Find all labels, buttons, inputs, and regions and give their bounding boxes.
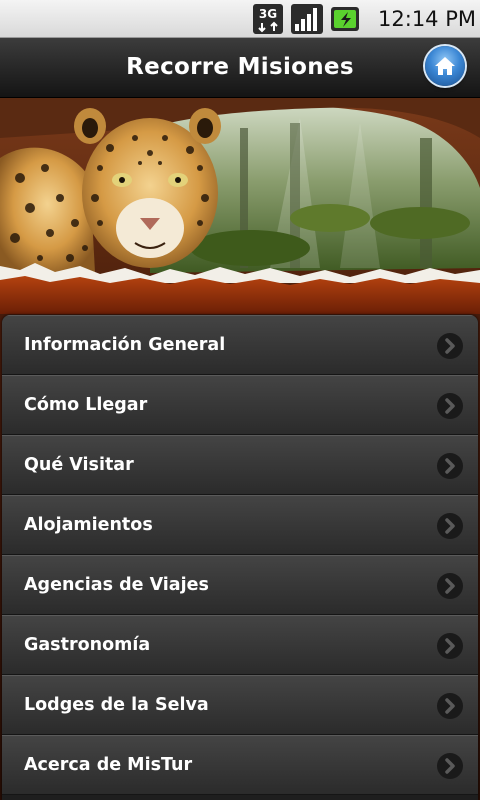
menu-item-label: Acerca de MisTur (24, 755, 193, 775)
chevron-right-icon (437, 333, 463, 359)
menu-item-lodges-de-la-selva[interactable]: Lodges de la Selva (2, 675, 478, 735)
chevron-right-icon (437, 573, 463, 599)
network-type-label: 3G (259, 7, 277, 21)
status-bar: 3G 12:14 PM (0, 0, 480, 38)
menu-item-alojamientos[interactable]: Alojamientos (2, 495, 478, 555)
menu-item-label: Qué Visitar (24, 455, 134, 475)
chevron-right-icon (437, 513, 463, 539)
chevron-right-icon (437, 693, 463, 719)
status-clock: 12:14 PM (378, 7, 476, 31)
chevron-right-icon (437, 633, 463, 659)
page-title: Recorre Misiones (126, 54, 354, 80)
network-3g-icon: 3G (252, 3, 286, 35)
menu-item-label: Lodges de la Selva (24, 695, 209, 715)
menu-item-label: Alojamientos (24, 515, 153, 535)
main-menu: Información General Cómo Llegar Qué Visi… (2, 315, 478, 800)
home-button[interactable] (425, 46, 465, 86)
jaguar-jungle-banner (0, 98, 480, 314)
menu-item-que-visitar[interactable]: Qué Visitar (2, 435, 478, 495)
menu-item-gastronomia[interactable]: Gastronomía (2, 615, 478, 675)
chevron-right-icon (437, 753, 463, 779)
menu-item-label: Información General (24, 335, 226, 355)
chevron-right-icon (437, 393, 463, 419)
menu-item-label: Agencias de Viajes (24, 575, 209, 595)
chevron-right-icon (437, 453, 463, 479)
menu-item-acerca-de-mistur[interactable]: Acerca de MisTur (2, 735, 478, 795)
home-icon (435, 57, 455, 75)
battery-charging-icon (330, 3, 362, 35)
menu-item-label: Cómo Llegar (24, 395, 148, 415)
menu-item-informacion-general[interactable]: Información General (2, 315, 478, 375)
signal-strength-icon (290, 3, 324, 35)
menu-item-agencias-de-viajes[interactable]: Agencias de Viajes (2, 555, 478, 615)
title-bar: Recorre Misiones (0, 38, 480, 98)
banner-image (0, 98, 480, 314)
menu-item-como-llegar[interactable]: Cómo Llegar (2, 375, 478, 435)
app-screen: 3G 12:14 PM Recorre Misiones Información… (0, 0, 480, 800)
menu-item-label: Gastronomía (24, 635, 151, 655)
